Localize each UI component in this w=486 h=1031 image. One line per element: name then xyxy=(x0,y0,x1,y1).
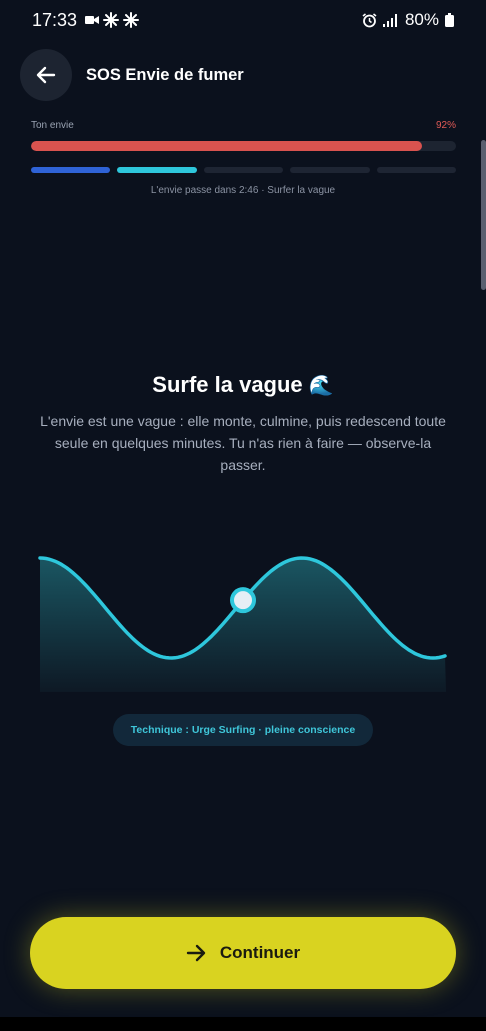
exercise-title: Surfe la vague 🌊 xyxy=(0,372,486,398)
craving-percent: 92% xyxy=(435,120,456,131)
craving-bar-fill xyxy=(31,141,422,151)
craving-bar xyxy=(31,141,456,151)
battery-percent: 80% xyxy=(404,10,439,29)
pinwheel-icon xyxy=(103,12,120,28)
scroll-indicator[interactable] xyxy=(481,140,486,290)
step-2 xyxy=(117,167,197,173)
wave-position-marker xyxy=(230,587,256,614)
status-right: 80% xyxy=(362,10,454,30)
arrow-left-icon xyxy=(36,66,56,84)
status-time: 17:33 xyxy=(32,9,78,30)
step-5 xyxy=(376,167,457,173)
technique-badge: Technique : Urge Surfing · pleine consci… xyxy=(113,714,373,746)
status-left: 17:33 xyxy=(32,9,140,31)
step-indicator xyxy=(31,167,457,173)
exercise-description: L'envie est une vague : elle monte, culm… xyxy=(40,413,446,473)
arrow-right-icon xyxy=(186,944,206,962)
continue-button-label: Continuer xyxy=(219,943,301,962)
header: SOS Envie de fumer xyxy=(0,48,486,102)
step-1 xyxy=(31,167,111,173)
signal-icon xyxy=(382,13,397,27)
battery-icon xyxy=(445,13,454,27)
page-title: SOS Envie de fumer xyxy=(86,65,244,84)
wave-visual xyxy=(0,540,486,700)
step-3 xyxy=(203,167,284,173)
alarm-icon xyxy=(362,12,377,27)
exercise-title-text: Surfe la vague xyxy=(152,372,303,397)
status-bar: 17:33 80% xyxy=(0,0,486,40)
timer-text: L'envie passe dans 2:46 · Surfer la vagu… xyxy=(150,185,336,196)
system-nav-bar xyxy=(0,1017,486,1031)
wave-area xyxy=(40,558,446,692)
wave-emoji-icon: 🌊 xyxy=(308,375,334,397)
pinwheel-icon xyxy=(123,12,140,28)
status-notification-icons xyxy=(85,12,140,28)
continue-button[interactable]: Continuer xyxy=(30,917,456,989)
wave-svg xyxy=(38,556,447,692)
step-4 xyxy=(290,167,370,173)
craving-label: Ton envie xyxy=(31,120,74,131)
video-camera-icon xyxy=(85,16,100,24)
back-button[interactable] xyxy=(20,49,72,101)
craving-row: Ton envie 92% xyxy=(31,120,456,131)
